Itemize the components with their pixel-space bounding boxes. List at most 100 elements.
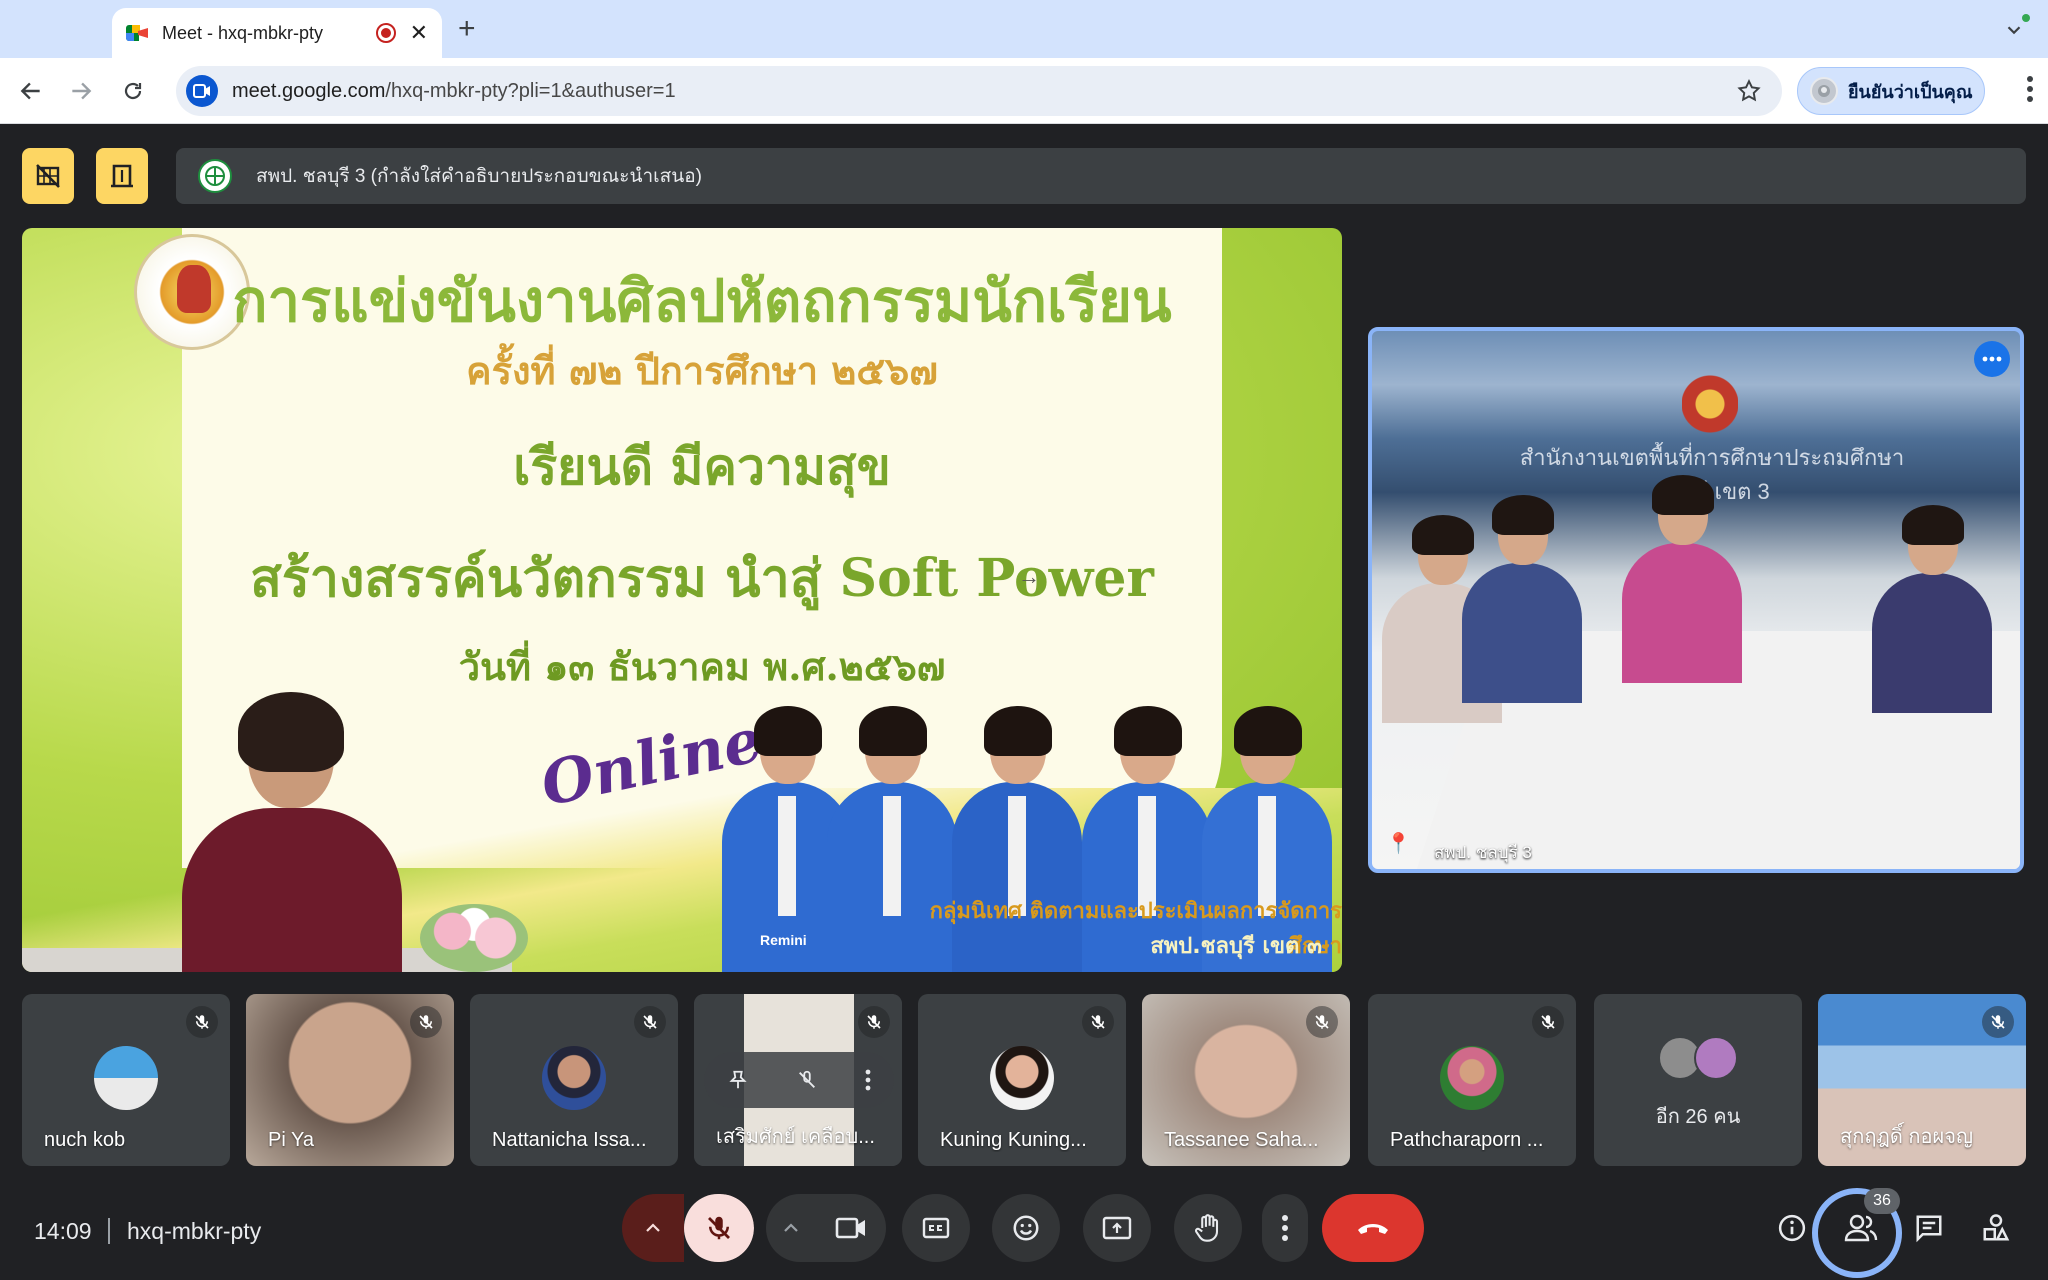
mic-off-icon — [634, 1006, 666, 1038]
hang-up-icon — [1358, 1224, 1388, 1234]
close-tab-icon[interactable]: ✕ — [410, 22, 428, 44]
people-icon — [1844, 1214, 1878, 1242]
mic-off-icon — [708, 1216, 730, 1240]
participant-tile[interactable]: เสริมศักย์ เคลือบ... — [694, 994, 902, 1166]
pinned-participant-name: สพป. ชลบุรี 3 — [1434, 843, 1532, 862]
layout-off-icon — [36, 164, 60, 188]
more-horizontal-icon — [1982, 356, 2002, 362]
video-person — [1622, 475, 1742, 683]
more-vertical-icon — [2027, 76, 2033, 102]
participant-tile[interactable]: สุกฤฎดิ์ กอผจญ — [1818, 994, 2026, 1166]
participant-name: Pathcharaporn ... — [1390, 1129, 1544, 1151]
chat-button[interactable] — [1905, 1204, 1953, 1252]
mic-off-icon — [1306, 1006, 1338, 1038]
chevron-up-icon — [784, 1223, 798, 1232]
current-time: 14:09 — [34, 1218, 92, 1244]
participant-tile[interactable]: nuch kob — [22, 994, 230, 1166]
pin-icon[interactable] — [727, 1069, 749, 1091]
toggle-microphone-button[interactable] — [684, 1194, 754, 1262]
bookmark-star-icon[interactable] — [1736, 78, 1762, 109]
raise-hand-button[interactable] — [1174, 1194, 1242, 1262]
new-tab-button[interactable]: + — [458, 12, 476, 46]
activities-button[interactable] — [1972, 1204, 2020, 1252]
presentation-status-bar: สพป. ชลบุรี 3 (กำลังใส่คำอธิบายประกอบขณะ… — [176, 148, 2026, 204]
slide-credit-line2: สพป.ชลบุรี เขต ๓ — [1150, 934, 1322, 959]
participant-name: Kuning Kuning... — [940, 1129, 1087, 1151]
tab-search-button[interactable] — [1996, 12, 2032, 48]
others-tile[interactable]: อีก 26 คน — [1594, 994, 1802, 1166]
participant-name: Nattanicha Issa... — [492, 1129, 647, 1151]
organization-logo-icon — [198, 159, 232, 193]
audio-settings-button[interactable] — [622, 1194, 684, 1262]
profile-verify-button[interactable]: ยืนยันว่าเป็นคุณ — [1797, 67, 1985, 115]
back-button[interactable] — [12, 72, 50, 110]
video-person — [1872, 505, 1992, 713]
host-controls-button[interactable] — [96, 148, 148, 204]
microphone-control-group — [622, 1194, 754, 1262]
shapes-icon — [1983, 1214, 2010, 1241]
video-settings-button[interactable] — [766, 1194, 816, 1262]
participant-tile[interactable]: Tassanee Saha... — [1142, 994, 1350, 1166]
pinned-video-tile[interactable]: สำนักงานเขตพื้นที่การศึกษาประถมศึกษา ชลบ… — [1368, 327, 2024, 873]
participant-avatar — [1440, 1046, 1504, 1110]
reactions-button[interactable] — [992, 1194, 1060, 1262]
meeting-details-button[interactable] — [1768, 1204, 1816, 1252]
video-camera-icon — [193, 84, 210, 98]
address-bar[interactable]: meet.google.com/hxq-mbkr-pty?pli=1&authu… — [176, 66, 1782, 116]
meeting-code: hxq-mbkr-pty — [127, 1218, 262, 1244]
arrow-left-icon — [20, 82, 40, 100]
divider — [108, 1218, 110, 1244]
forward-button[interactable] — [62, 72, 100, 110]
browser-menu-button[interactable] — [2026, 74, 2034, 109]
video-person — [1462, 495, 1582, 703]
slide-presenter-figure — [182, 692, 402, 972]
arrow-right-icon — [72, 82, 92, 100]
participant-avatar — [990, 1046, 1054, 1110]
recording-indicator-icon — [375, 23, 396, 43]
participant-tile[interactable]: Pathcharaporn ... — [1368, 994, 1576, 1166]
chat-icon — [1916, 1215, 1942, 1243]
profile-avatar — [1810, 77, 1838, 105]
slide-slogan: เรียนดี มีความสุข — [513, 437, 891, 496]
slide-title: การแข่งขันงานศิลปหัตถกรรมนักเรียน — [232, 267, 1172, 335]
google-meet-favicon-icon — [126, 22, 148, 44]
slide-subtitle: สร้างสรรค์นวัตกรรม นำสู่ Soft Power — [250, 548, 1154, 609]
captions-button[interactable] — [902, 1194, 970, 1262]
participant-tile[interactable]: Nattanicha Issa... — [470, 994, 678, 1166]
participant-avatar — [542, 1046, 606, 1110]
present-screen-button[interactable] — [1083, 1194, 1151, 1262]
profile-verify-label: ยืนยันว่าเป็นคุณ — [1848, 81, 1973, 102]
browser-tab-meet[interactable]: Meet - hxq-mbkr-pty ✕ — [112, 8, 442, 58]
closed-captions-icon — [922, 1217, 950, 1239]
hand-icon — [1194, 1214, 1219, 1242]
mic-off-icon — [1982, 1006, 2014, 1038]
participant-tile[interactable]: Kuning Kuning... — [918, 994, 1126, 1166]
call-controls-bar: 14:09 hxq-mbkr-pty 36 — [0, 1180, 2048, 1280]
participant-name: Pi Ya — [268, 1129, 314, 1151]
participant-tile[interactable]: Pi Ya — [246, 994, 454, 1166]
tile-more-options-button[interactable] — [1974, 341, 2010, 377]
leave-call-button[interactable] — [1322, 1194, 1424, 1262]
participant-name: เสริมศักย์ เคลือบ... — [716, 1126, 875, 1148]
toggle-camera-button[interactable] — [816, 1194, 886, 1262]
office-emblem — [1682, 369, 1738, 439]
browser-tabstrip: Meet - hxq-mbkr-pty ✕ + — [0, 0, 2048, 58]
site-info-icon[interactable] — [186, 75, 218, 107]
pointer-cursor-icon: → — [1018, 564, 1040, 589]
mic-off-icon[interactable] — [796, 1069, 818, 1091]
participant-name: nuch kob — [44, 1129, 126, 1151]
mic-off-icon — [1082, 1006, 1114, 1038]
mic-off-icon — [410, 1006, 442, 1038]
slide-flowers-decoration — [420, 904, 528, 972]
camera-control-group — [766, 1194, 886, 1262]
more-vertical-icon — [1282, 1215, 1288, 1241]
slide-date: วันที่ ๑๓ ธันวาคม พ.ศ.๒๕๖๗ — [458, 644, 946, 689]
participant-avatar — [94, 1046, 158, 1110]
info-icon — [1778, 1214, 1806, 1242]
activity-dot — [2022, 14, 2030, 22]
more-vertical-icon[interactable] — [865, 1069, 871, 1091]
mic-off-icon — [858, 1006, 890, 1038]
reload-button[interactable] — [114, 72, 152, 110]
hide-self-view-button[interactable] — [22, 148, 74, 204]
more-options-button[interactable] — [1262, 1194, 1308, 1262]
